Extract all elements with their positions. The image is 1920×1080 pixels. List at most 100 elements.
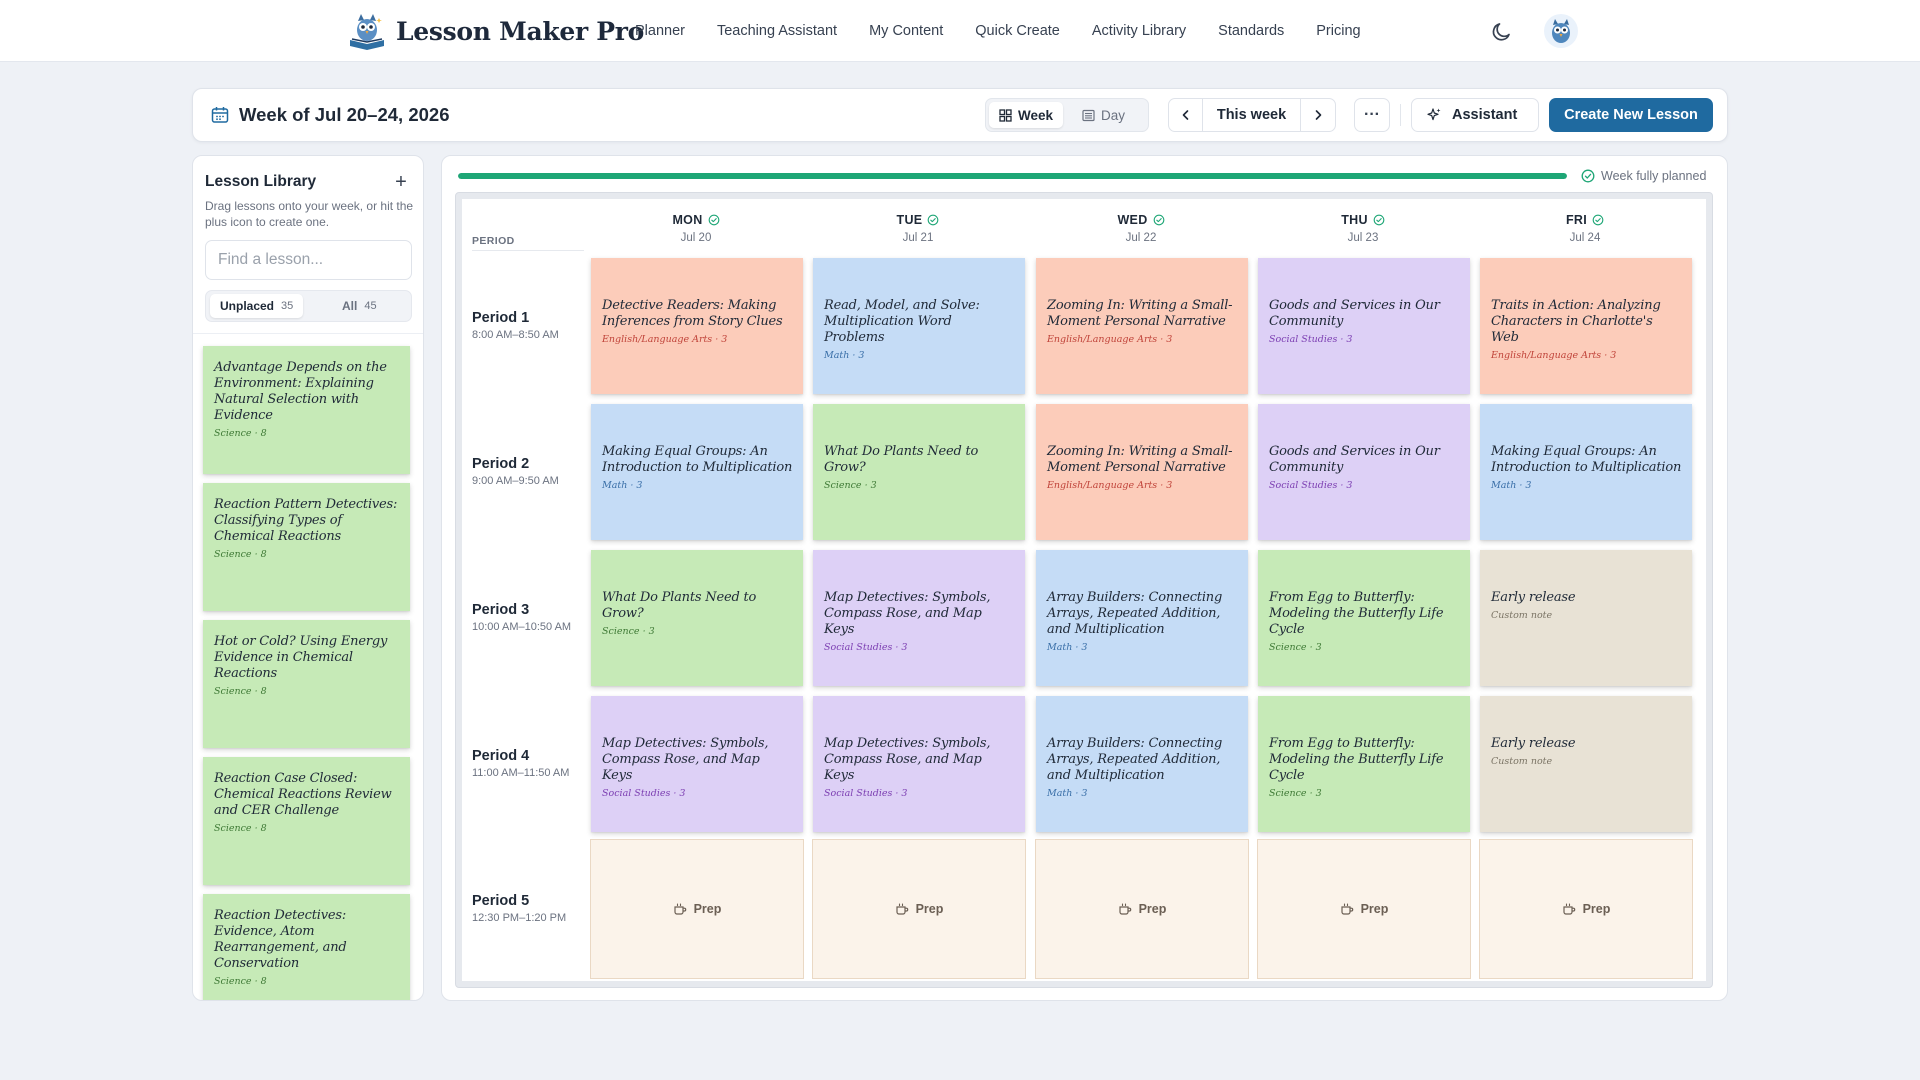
moon-icon[interactable]	[1489, 20, 1513, 44]
planner-cell[interactable]: Early release Custom note	[1480, 550, 1692, 686]
lesson-card[interactable]: Goods and Services in Our Community Socia…	[1258, 258, 1470, 394]
owl-book-logo-icon	[350, 14, 384, 50]
tab-unplaced-label: Unplaced	[220, 299, 275, 313]
lesson-card[interactable]: What Do Plants Need to Grow? Science · 3	[813, 404, 1025, 540]
tab-unplaced[interactable]: Unplaced 35	[210, 294, 304, 318]
prep-cell[interactable]: Prep	[1479, 839, 1693, 979]
add-lesson-icon[interactable]: +	[390, 171, 412, 193]
nav-planner[interactable]: Planner	[635, 23, 685, 39]
planner-cell[interactable]: What Do Plants Need to Grow? Science · 3	[813, 404, 1025, 540]
assistant-button[interactable]: Assistant	[1411, 98, 1539, 132]
prep-cell[interactable]: Prep	[812, 839, 1026, 979]
library-lesson-card[interactable]: Reaction Case Closed: Chemical Reactions…	[203, 757, 410, 885]
planner-cell[interactable]: What Do Plants Need to Grow? Science · 3	[591, 550, 803, 686]
planner-cell[interactable]: Making Equal Groups: An Introduction to …	[1480, 404, 1692, 540]
lesson-search-input[interactable]	[205, 240, 412, 280]
lesson-title: Goods and Services in Our Community	[1269, 298, 1440, 329]
prep-cell[interactable]: Prep	[590, 839, 804, 979]
planner-cell[interactable]: Map Detectives: Symbols, Compass Rose, a…	[813, 696, 1025, 832]
lesson-subject-grade: Custom note	[1491, 610, 1553, 621]
planner-cell[interactable]: Traits in Action: Analyzing Characters i…	[1480, 258, 1692, 394]
nav-teaching-assistant[interactable]: Teaching Assistant	[717, 23, 837, 39]
period-time: 8:00 AM–8:50 AM	[472, 329, 559, 341]
owl-avatar-icon	[1552, 19, 1570, 43]
planner-cell[interactable]: Early release Custom note	[1480, 696, 1692, 832]
planner-cell[interactable]: Read, Model, and Solve: Multiplication W…	[813, 258, 1025, 394]
week-view-button[interactable]: Week	[989, 102, 1064, 128]
lesson-title: Early release	[1491, 736, 1576, 751]
prep-cell[interactable]: Prep	[1035, 839, 1249, 979]
tab-all-label: All	[342, 299, 358, 313]
lesson-card[interactable]: Array Builders: Connecting Arrays, Repea…	[1036, 696, 1248, 832]
planner-cell[interactable]: Array Builders: Connecting Arrays, Repea…	[1036, 550, 1248, 686]
brand[interactable]: Lesson Maker Pro	[346, 8, 644, 54]
library-lesson-card[interactable]: Reaction Pattern Detectives: Classifying…	[203, 483, 410, 611]
lesson-card[interactable]: Read, Model, and Solve: Multiplication W…	[813, 258, 1025, 394]
library-lesson-card[interactable]: Advantage Depends on the Environment: Ex…	[203, 346, 410, 474]
nav-quick-create[interactable]: Quick Create	[975, 23, 1060, 39]
nav-pricing[interactable]: Pricing	[1316, 23, 1360, 39]
nav-activity-library[interactable]: Activity Library	[1092, 23, 1186, 39]
lesson-subject-grade: Science · 3	[1269, 642, 1322, 653]
nav-my-content[interactable]: My Content	[869, 23, 943, 39]
planner-cell[interactable]: Goods and Services in Our Community Socia…	[1258, 404, 1470, 540]
lesson-subject-grade: Math · 3	[1047, 788, 1088, 799]
lesson-card[interactable]: Zooming In: Writing a Small-Moment Perso…	[1036, 258, 1248, 394]
lesson-card[interactable]: Detective Readers: Making Inferences fro…	[591, 258, 803, 394]
planner-cell[interactable]: Zooming In: Writing a Small-Moment Perso…	[1036, 258, 1248, 394]
planner-cell[interactable]: From Egg to Butterfly: Modeling the Butt…	[1258, 696, 1470, 832]
lesson-card[interactable]: Zooming In: Writing a Small-Moment Perso…	[1036, 404, 1248, 540]
lesson-card[interactable]: Traits in Action: Analyzing Characters i…	[1480, 258, 1692, 394]
planner-board: PERIOD MON Jul 20 TUE Jul 21 WED Jul 22 THU Jul…	[455, 192, 1713, 988]
day-header-tue: TUE Jul 21	[812, 211, 1024, 244]
library-lesson-card[interactable]: Reaction Detectives: Evidence, Atom Rear…	[203, 894, 410, 1000]
lesson-card[interactable]: Making Equal Groups: An Introduction to …	[1480, 404, 1692, 540]
lesson-card[interactable]: Map Detectives: Symbols, Compass Rose, a…	[813, 696, 1025, 832]
more-options-button[interactable]: ···	[1354, 98, 1390, 132]
planner-cell[interactable]: Map Detectives: Symbols, Compass Rose, a…	[813, 550, 1025, 686]
previous-week-button[interactable]	[1169, 99, 1203, 131]
planner-cell[interactable]: Map Detectives: Symbols, Compass Rose, a…	[591, 696, 803, 832]
lesson-card[interactable]: Goods and Services in Our Community Socia…	[1258, 404, 1470, 540]
tab-all[interactable]: All 45	[332, 294, 387, 318]
lesson-card[interactable]: Making Equal Groups: An Introduction to …	[591, 404, 803, 540]
lesson-subject-grade: English/Language Arts · 3	[602, 334, 728, 345]
next-week-button[interactable]	[1301, 99, 1335, 131]
period-time: 9:00 AM–9:50 AM	[472, 475, 559, 487]
nav-standards[interactable]: Standards	[1218, 23, 1284, 39]
coffee-cup-icon	[1340, 902, 1353, 915]
this-week-button[interactable]: This week	[1203, 99, 1301, 131]
check-circle-icon	[1592, 214, 1604, 226]
planner-cell[interactable]: From Egg to Butterfly: Modeling the Butt…	[1258, 550, 1470, 686]
lesson-card[interactable]: What Do Plants Need to Grow? Science · 3	[591, 550, 803, 686]
prep-cell[interactable]: Prep	[1257, 839, 1471, 979]
lesson-card[interactable]: Array Builders: Connecting Arrays, Repea…	[1036, 550, 1248, 686]
lesson-card[interactable]: Early release Custom note	[1480, 696, 1692, 832]
lesson-title: Advantage Depends on the Environment: Ex…	[214, 360, 387, 423]
avatar[interactable]	[1544, 14, 1578, 48]
planner-cell[interactable]: Array Builders: Connecting Arrays, Repea…	[1036, 696, 1248, 832]
lesson-title: Map Detectives: Symbols, Compass Rose, a…	[602, 736, 769, 783]
lesson-subject-grade: English/Language Arts · 3	[1491, 350, 1617, 361]
day-date: Jul 20	[680, 232, 712, 244]
planner-cell[interactable]: Zooming In: Writing a Small-Moment Perso…	[1036, 404, 1248, 540]
day-date: Jul 22	[1125, 232, 1157, 244]
lesson-card[interactable]: From Egg to Butterfly: Modeling the Butt…	[1258, 696, 1470, 832]
period-label: Period 4 11:00 AM–11:50 AM	[472, 748, 569, 779]
planner-cell[interactable]: Goods and Services in Our Community Socia…	[1258, 258, 1470, 394]
library-lesson-card[interactable]: Hot or Cold? Using Energy Evidence in Ch…	[203, 620, 410, 748]
week-view-label: Week	[1018, 107, 1054, 123]
create-new-lesson-button[interactable]: Create New Lesson	[1549, 98, 1713, 132]
planner-cell[interactable]: Making Equal Groups: An Introduction to …	[591, 404, 803, 540]
lesson-title: From Egg to Butterfly: Modeling the Butt…	[1269, 590, 1444, 637]
lesson-card[interactable]: From Egg to Butterfly: Modeling the Butt…	[1258, 550, 1470, 686]
day-view-label: Day	[1101, 107, 1126, 123]
coffee-cup-icon	[895, 902, 908, 915]
day-view-button[interactable]: Day	[1072, 102, 1135, 128]
planner-cell[interactable]: Detective Readers: Making Inferences fro…	[591, 258, 803, 394]
lesson-card[interactable]: Map Detectives: Symbols, Compass Rose, a…	[813, 550, 1025, 686]
period-label: Period 3 10:00 AM–10:50 AM	[472, 602, 571, 633]
grid-icon	[999, 108, 1012, 122]
lesson-card[interactable]: Early release Custom note	[1480, 550, 1692, 686]
lesson-card[interactable]: Map Detectives: Symbols, Compass Rose, a…	[591, 696, 803, 832]
